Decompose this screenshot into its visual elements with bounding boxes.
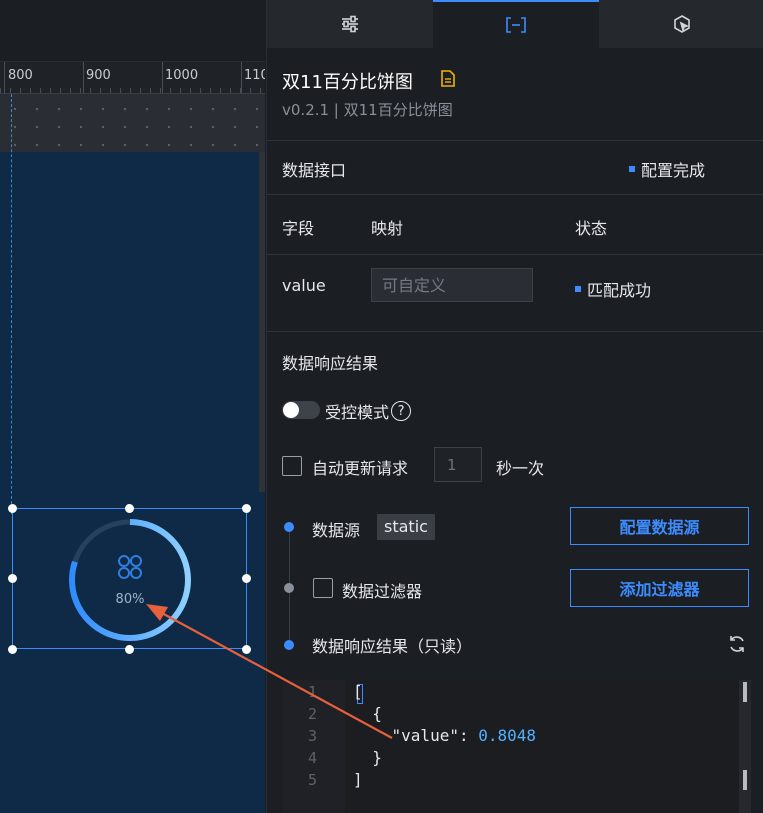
editor-scrollbar[interactable] xyxy=(739,680,751,813)
sliders-icon xyxy=(342,15,358,33)
ruler-label: 110 xyxy=(244,68,265,83)
refresh-icon[interactable] xyxy=(727,634,747,654)
code-line: { xyxy=(353,704,382,723)
column-header-status: 状态 xyxy=(575,219,608,238)
config-panel: 双11百分比饼图 v0.2.1 | 双11百分比饼图 数据接口 配置完成 字段 … xyxy=(266,0,763,813)
config-data-source-button[interactable]: 配置数据源 xyxy=(570,507,749,545)
line-number: 4 xyxy=(307,749,317,767)
component-title: 双11百分比饼图 xyxy=(282,72,413,93)
resize-handle[interactable] xyxy=(8,574,17,583)
match-status-text: 匹配成功 xyxy=(587,281,652,300)
clover-icon xyxy=(118,555,142,579)
tab-interaction[interactable] xyxy=(599,0,763,48)
tab-data[interactable] xyxy=(433,0,599,48)
mapping-input[interactable] xyxy=(371,268,533,302)
horizontal-ruler: 800 900 1000 110 xyxy=(0,62,265,94)
canvas-toolbar xyxy=(0,0,265,62)
step-dot-icon xyxy=(284,522,294,532)
line-number: 5 xyxy=(307,771,317,789)
line-number: 2 xyxy=(307,705,317,723)
config-status: 配置完成 xyxy=(629,157,705,181)
ruler-label: 900 xyxy=(86,68,111,83)
resize-handle[interactable] xyxy=(8,504,17,513)
field-name: value xyxy=(282,276,326,295)
code-line: "value": 0.8048 xyxy=(353,726,537,745)
step-dot-icon xyxy=(284,640,294,650)
design-canvas[interactable]: 800 900 1000 110 80% xyxy=(0,0,265,813)
percent-ring xyxy=(69,519,191,641)
interval-input[interactable] xyxy=(434,447,482,482)
column-header-field: 字段 xyxy=(282,219,315,238)
controlled-mode-label: 受控模式 ? xyxy=(325,399,412,423)
canvas-grid-area xyxy=(0,94,265,152)
pie-chart-widget[interactable]: 80% xyxy=(8,504,251,654)
column-header-mapping: 映射 xyxy=(371,219,404,238)
canvas-scrollbar[interactable] xyxy=(259,152,265,492)
document-icon[interactable] xyxy=(441,70,455,87)
code-line: ] xyxy=(353,770,363,789)
add-filter-button[interactable]: 添加过滤器 xyxy=(570,569,749,607)
data-source-label: 数据源 xyxy=(312,521,361,540)
auto-update-checkbox[interactable] xyxy=(282,456,302,476)
data-interface-heading: 数据接口 xyxy=(282,161,347,180)
response-heading: 数据响应结果 xyxy=(282,354,379,373)
json-value: 0.8048 xyxy=(478,726,537,745)
auto-update-label: 自动更新请求 xyxy=(312,459,409,478)
resize-handle[interactable] xyxy=(242,504,251,513)
ruler-label: 800 xyxy=(8,68,33,83)
help-icon[interactable]: ? xyxy=(391,401,412,421)
response-readonly-label: 数据响应结果（只读） xyxy=(312,637,473,656)
alignment-guide xyxy=(11,94,12,514)
code-line: } xyxy=(353,748,382,767)
line-number: 1 xyxy=(307,683,317,701)
ruler-label: 1000 xyxy=(165,68,199,83)
panel-tabs xyxy=(267,0,763,48)
filter-checkbox[interactable] xyxy=(313,578,333,598)
match-status: 匹配成功 xyxy=(575,277,651,301)
config-status-text: 配置完成 xyxy=(641,161,706,180)
component-version: v0.2.1 | 双11百分比饼图 xyxy=(282,101,453,119)
bracket-data-icon xyxy=(506,17,526,33)
data-source-tag: static xyxy=(377,514,435,540)
app-root: 800 900 1000 110 80% 双11百分比饼图 v0.2.1 | 双… xyxy=(0,0,763,813)
tab-settings[interactable] xyxy=(267,0,433,48)
code-line: [ xyxy=(353,682,363,701)
interaction-icon xyxy=(673,15,690,33)
line-gutter: 1 2 3 4 5 xyxy=(283,680,345,813)
resize-handle[interactable] xyxy=(242,574,251,583)
status-dot-icon xyxy=(629,166,635,172)
code-editor[interactable]: 1 2 3 4 5 [ { "value": 0.8048 } ] xyxy=(283,680,751,813)
step-dot-icon xyxy=(284,583,294,593)
resize-handle[interactable] xyxy=(125,645,134,654)
line-number: 3 xyxy=(307,727,317,745)
interval-suffix: 秒一次 xyxy=(496,459,545,478)
resize-handle[interactable] xyxy=(125,504,134,513)
status-dot-icon xyxy=(575,286,581,292)
data-filter-label: 数据过滤器 xyxy=(342,582,423,601)
controlled-mode-toggle[interactable] xyxy=(282,401,320,419)
resize-handle[interactable] xyxy=(242,645,251,654)
percent-label: 80% xyxy=(115,592,145,607)
resize-handle[interactable] xyxy=(8,645,17,654)
